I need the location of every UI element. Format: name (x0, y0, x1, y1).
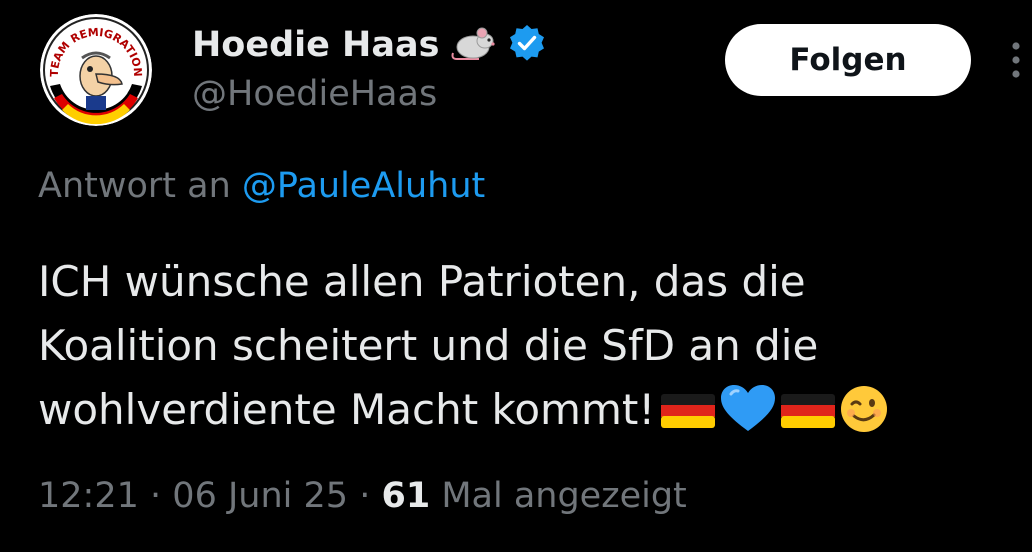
follow-button[interactable]: Folgen (725, 24, 971, 96)
author-name-row[interactable]: Hoedie Haas (192, 20, 547, 70)
reply-mention-link[interactable]: @PauleAluhut (242, 166, 485, 206)
winking-face-icon (839, 384, 889, 452)
reply-context: Antwort an @PauleAluhut (38, 166, 485, 206)
author-handle[interactable]: @HoedieHaas (192, 74, 437, 114)
views-count[interactable]: 61 (381, 476, 430, 516)
blue-heart-icon (719, 384, 777, 452)
tweet-text-line: Koalition scheitert und die SfD an die (38, 321, 819, 370)
meta-separator: · (359, 476, 371, 516)
author-display-name[interactable]: Hoedie Haas (192, 25, 439, 65)
tweet-text: ICH wünsche allen Patrioten, das die Koa… (38, 250, 1028, 452)
german-flag-icon (779, 386, 837, 450)
tweet-emojis (659, 384, 889, 452)
verified-badge-icon[interactable] (507, 23, 547, 67)
tweet-text-line: wohlverdiente Macht kommt! (38, 385, 656, 434)
mouse-icon (449, 23, 497, 67)
tweet-meta: 12:21 · 06 Juni 25 · 61 Mal angezeigt (38, 476, 687, 516)
avatar[interactable]: TEAM REMIGRATION (40, 14, 152, 126)
meta-separator: · (150, 476, 162, 516)
more-options-icon[interactable] (1004, 38, 1028, 82)
tweet-date[interactable]: 06 Juni 25 (172, 476, 348, 516)
tweet-text-line: ICH wünsche allen Patrioten, das die (38, 257, 806, 306)
tweet-time[interactable]: 12:21 (38, 476, 139, 516)
reply-prefix: Antwort an (38, 166, 231, 206)
views-label: Mal angezeigt (441, 476, 687, 516)
tweet-card: TEAM REMIGRATION Hoedie Haas @HoedieHaas… (0, 0, 1032, 552)
tweet-text-line-last: wohlverdiente Macht kommt! (38, 378, 1028, 452)
german-flag-icon (659, 386, 717, 450)
